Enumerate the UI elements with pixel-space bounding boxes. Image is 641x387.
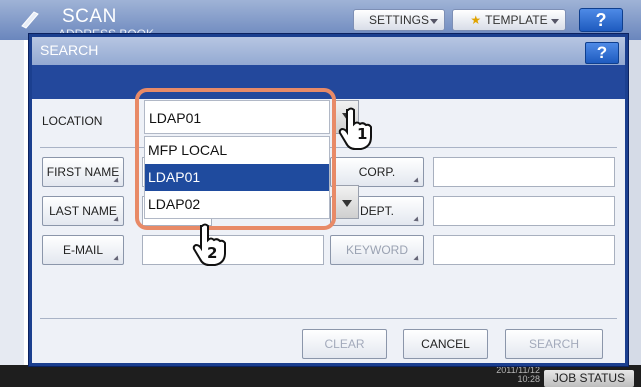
- email-label: E-MAIL: [62, 243, 103, 257]
- dialog-header: SEARCH ?: [32, 37, 625, 65]
- keyword-field[interactable]: [433, 235, 615, 265]
- cancel-button[interactable]: CANCEL: [403, 329, 488, 359]
- keyword-button[interactable]: KEYWORD: [330, 235, 424, 265]
- first-name-label: FIRST NAME: [46, 165, 120, 179]
- clear-button[interactable]: CLEAR: [302, 329, 387, 359]
- background-panel-left: [0, 40, 24, 365]
- job-status-button[interactable]: JOB STATUS: [544, 370, 634, 387]
- corner-arrow-icon: [413, 177, 421, 185]
- template-label: TEMPLATE: [485, 13, 548, 27]
- datetime-display: 2011/11/12 10:28: [496, 365, 540, 384]
- settings-label: SETTINGS: [368, 13, 429, 27]
- corp-label: CORP.: [358, 165, 396, 179]
- corp-field[interactable]: [433, 157, 615, 187]
- dialog-title: SEARCH: [40, 42, 99, 58]
- dept-label: DEPT.: [359, 204, 394, 218]
- chevron-down-icon: [430, 19, 438, 24]
- scroll-down-button[interactable]: [333, 185, 359, 219]
- last-name-label: LAST NAME: [49, 204, 117, 218]
- app-title: SCAN: [62, 6, 117, 27]
- location-label: LOCATION: [42, 114, 103, 128]
- scan-icon: [21, 11, 39, 29]
- step-number: 2: [207, 244, 218, 262]
- template-button[interactable]: ★ TEMPLATE: [452, 9, 566, 31]
- search-button[interactable]: SEARCH: [505, 329, 603, 359]
- chevron-down-icon: [551, 19, 559, 24]
- tap-hand-icon: 2: [192, 222, 232, 266]
- tap-hand-icon: 1: [338, 106, 378, 150]
- last-name-button[interactable]: LAST NAME: [42, 196, 124, 226]
- highlight-frame: [135, 88, 336, 230]
- step-number: 1: [357, 125, 368, 143]
- help-button[interactable]: ?: [579, 8, 623, 32]
- email-button[interactable]: E-MAIL: [42, 235, 124, 265]
- dialog-help-button[interactable]: ?: [585, 42, 619, 64]
- email-field[interactable]: [142, 235, 324, 265]
- keyword-label: KEYWORD: [345, 243, 408, 257]
- settings-button[interactable]: SETTINGS: [353, 9, 445, 31]
- star-icon: ★: [470, 13, 482, 27]
- dept-field[interactable]: [433, 196, 615, 226]
- corner-arrow-icon: [413, 216, 421, 224]
- corner-arrow-icon: [413, 255, 421, 263]
- divider: [40, 318, 617, 319]
- corp-button[interactable]: CORP.: [330, 157, 424, 187]
- first-name-button[interactable]: FIRST NAME: [42, 157, 124, 187]
- corner-arrow-icon: [113, 255, 121, 263]
